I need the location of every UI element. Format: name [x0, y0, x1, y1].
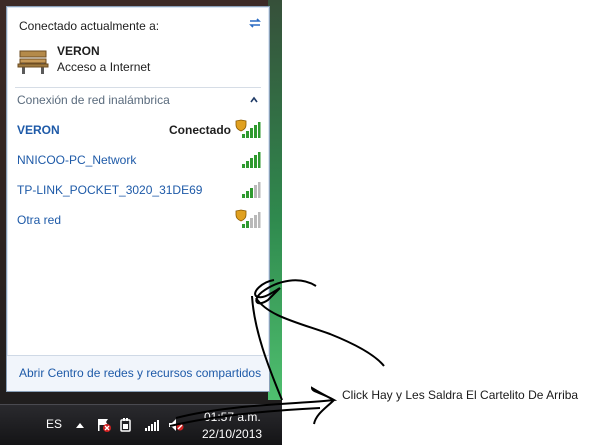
taskbar: ES 01:57 a.m. 22/10/2013	[0, 404, 282, 445]
network-status: Conectado	[169, 123, 232, 137]
volume-muted-icon[interactable]	[168, 417, 184, 433]
annotation-note: Click Hay y Les Saldra El Cartelito De A…	[342, 388, 579, 402]
bench-icon	[17, 50, 49, 74]
secured-signal-icon	[235, 209, 261, 228]
clock-date[interactable]: 22/10/2013	[202, 427, 262, 441]
network-item-nnicoo[interactable]: NNICOO-PC_Network	[11, 147, 265, 173]
wireless-section-title: Conexión de red inalámbrica	[17, 93, 170, 107]
network-item-tplink[interactable]: TP-LINK_POCKET_3020_31DE69	[11, 177, 265, 203]
current-network-name: VERON	[57, 44, 100, 58]
network-item-veron[interactable]: VERON Conectado	[11, 117, 265, 143]
show-hidden-icons[interactable]	[76, 421, 84, 429]
signal-strength-icon	[242, 182, 261, 198]
desktop-accent	[268, 0, 282, 400]
power-icon[interactable]	[118, 417, 134, 433]
refresh-icon[interactable]	[247, 15, 263, 31]
clock-time[interactable]: 01:57 a.m.	[204, 410, 261, 424]
network-item-other[interactable]: Otra red	[11, 207, 265, 233]
signal-strength-icon	[242, 152, 261, 168]
chevron-up-icon[interactable]	[249, 95, 259, 105]
secured-signal-icon	[235, 119, 261, 138]
flyout-footer: Abrir Centro de redes y recursos compart…	[7, 356, 269, 391]
network-signal-icon[interactable]	[144, 417, 160, 433]
network-name: NNICOO-PC_Network	[17, 153, 137, 167]
open-network-center-link[interactable]: Abrir Centro de redes y recursos compart…	[19, 366, 261, 380]
action-center-flag-icon[interactable]	[96, 417, 112, 433]
network-name: Otra red	[17, 213, 62, 227]
currently-connected-label: Conectado actualmente a:	[19, 19, 160, 33]
current-network-status: Acceso a Internet	[57, 60, 151, 74]
network-name: TP-LINK_POCKET_3020_31DE69	[17, 183, 203, 197]
network-flyout: Conectado actualmente a: VERON Acceso a …	[6, 6, 270, 392]
language-indicator[interactable]: ES	[46, 417, 62, 431]
network-name: VERON	[17, 123, 60, 137]
divider	[15, 87, 261, 88]
